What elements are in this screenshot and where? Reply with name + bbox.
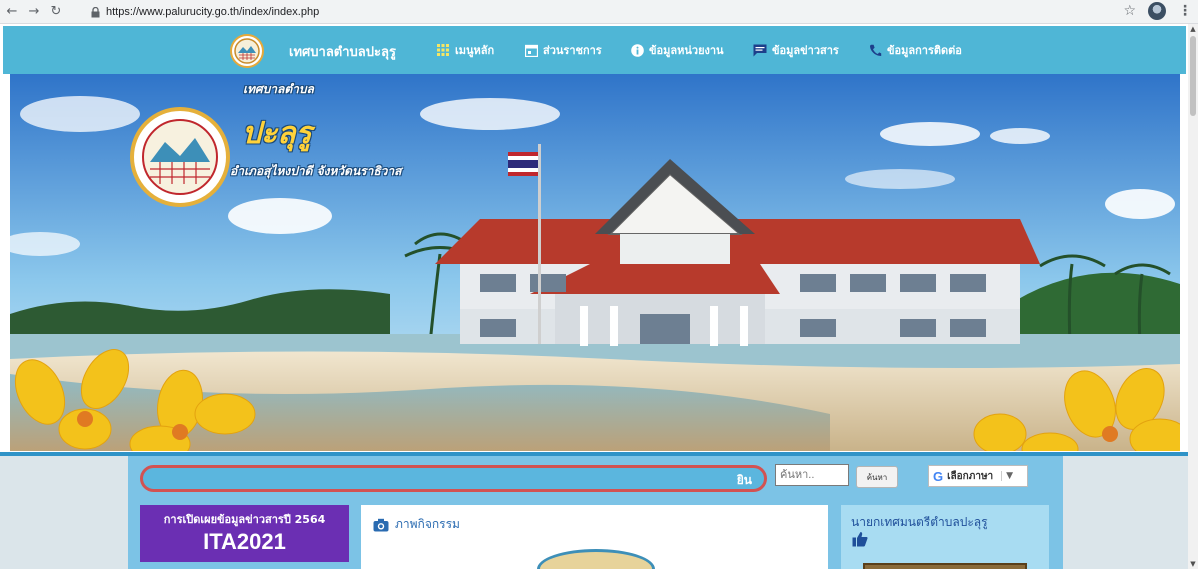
nav-item-departments[interactable]: ส่วนราชการ [524, 41, 602, 59]
nav-label: ข้อมูลหน่วยงาน [649, 44, 724, 57]
nav-label: ข้อมูลข่าวสาร [772, 44, 839, 57]
thumbs-up-icon [852, 531, 868, 547]
arrow-right-icon[interactable]: → [24, 2, 44, 22]
banner-name-small: เทศบาลตำบล [243, 82, 314, 96]
news-ticker[interactable]: ยิน [140, 465, 767, 492]
activity-title: ภาพกิจกรรม [395, 517, 460, 531]
page-viewport: เทศบาลตำบลปะลุรู เมนูหลัก ส่วนราชการ ข้อ… [0, 24, 1188, 569]
star-icon[interactable]: ☆ [1123, 3, 1136, 19]
top-navigation: เทศบาลตำบลปะลุรู เมนูหลัก ส่วนราชการ ข้อ… [3, 26, 1186, 74]
calendar-icon [524, 43, 538, 57]
nav-item-news[interactable]: ข้อมูลข่าวสาร [753, 41, 839, 59]
activity-gallery-card: ภาพกิจกรรม [361, 505, 828, 569]
mayor-photo[interactable] [863, 563, 1027, 569]
nav-item-contact[interactable]: ข้อมูลการติดต่อ [868, 41, 962, 59]
language-label: เลือกภาษา [947, 470, 994, 482]
site-title[interactable]: เทศบาลตำบลปะลุรู [289, 41, 396, 62]
scroll-thumb[interactable] [1190, 36, 1196, 116]
language-selector[interactable]: G เลือกภาษา ▼ [928, 465, 1028, 487]
phone-icon [868, 43, 882, 57]
hero-banner: เทศบาลตำบล ปะลุรู อำเภอสุไหงปาดี จังหวัด… [10, 74, 1180, 451]
content-container: ยิน ค้นหา G เลือกภาษา ▼ การเปิดเผยข้อมูล… [128, 456, 1063, 569]
ticker-text: ยิน [736, 473, 752, 487]
reload-icon[interactable]: ↻ [46, 2, 66, 22]
mayor-card: นายกเทศมนตรีตำบลปะลุรู [841, 505, 1049, 569]
banner-subtitle: อำเภอสุไหงปาดี จังหวัดนราธิวาส [230, 164, 402, 178]
camera-icon [373, 518, 389, 532]
activity-thumbnail[interactable] [537, 549, 655, 569]
ita-caption: การเปิดเผยข้อมูลข่าวสารปี 2564 [163, 513, 326, 526]
nav-item-agency-info[interactable]: ข้อมูลหน่วยงาน [630, 41, 724, 59]
nav-label: ส่วนราชการ [543, 44, 602, 57]
municipality-logo[interactable] [230, 34, 264, 68]
url-text: https://www.palurucity.go.th/index/index… [106, 6, 320, 18]
address-bar[interactable]: https://www.palurucity.go.th/index/index… [88, 2, 1108, 22]
menu-kebab-icon[interactable]: ⋮ [1178, 3, 1192, 19]
content-section: ยิน ค้นหา G เลือกภาษา ▼ การเปิดเผยข้อมูล… [0, 452, 1188, 569]
banner-illustration [10, 74, 1180, 451]
chat-icon [753, 43, 767, 57]
activity-header[interactable]: ภาพกิจกรรม [373, 515, 460, 534]
ita-title: ITA2021 [203, 529, 286, 554]
search-input[interactable] [775, 464, 849, 486]
grid-icon [436, 43, 450, 57]
ita-banner[interactable]: การเปิดเผยข้อมูลข่าวสารปี 2564 ITA2021 [140, 505, 349, 562]
browser-toolbar: ← → ↻ https://www.palurucity.go.th/index… [0, 0, 1198, 24]
google-icon: G [933, 468, 944, 484]
search-button[interactable]: ค้นหา [856, 466, 898, 488]
arrow-left-icon[interactable]: ← [2, 2, 22, 22]
profile-avatar[interactable] [1148, 2, 1166, 20]
page-scrollbar[interactable]: ▲ ▼ [1188, 24, 1198, 569]
info-icon [630, 43, 644, 57]
mayor-title: นายกเทศมนตรีตำบลปะลุรู [851, 515, 988, 529]
lock-icon [88, 5, 102, 19]
nav-item-main-menu[interactable]: เมนูหลัก [436, 41, 494, 59]
chevron-down-icon: ▼ [1001, 471, 1013, 481]
nav-label: ข้อมูลการติดต่อ [887, 44, 962, 57]
nav-label: เมนูหลัก [455, 44, 495, 57]
scroll-up-icon[interactable]: ▲ [1188, 24, 1198, 34]
scroll-down-icon[interactable]: ▼ [1188, 559, 1198, 569]
banner-name-large: ปะลุรู [242, 116, 312, 151]
